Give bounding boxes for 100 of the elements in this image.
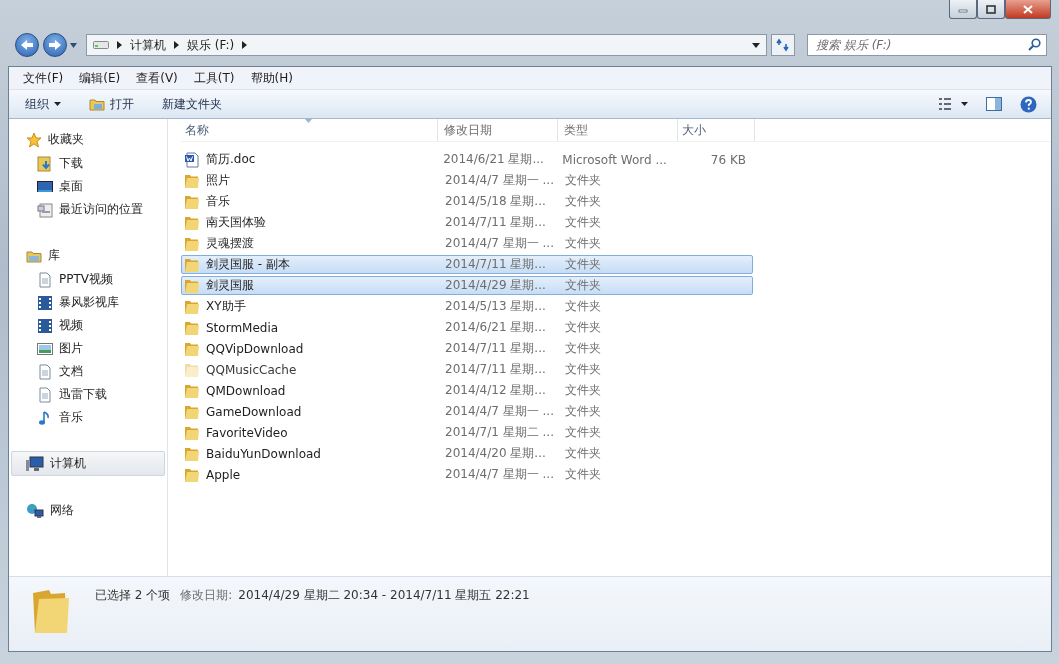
folder-icon — [89, 97, 105, 111]
date-cell-text: 2014/4/7 星期一 ... — [444, 466, 555, 483]
nav-item[interactable]: 音乐 — [11, 406, 167, 429]
chevron-icon[interactable] — [174, 41, 179, 49]
chevron-icon[interactable] — [242, 41, 248, 49]
network-icon — [26, 502, 44, 519]
file-row[interactable]: QQVipDownload 2014/7/11 星期... 文件夹 — [181, 339, 753, 358]
picture-library-icon — [37, 341, 53, 356]
nav-item[interactable]: 图片 — [11, 337, 167, 360]
column-header[interactable]: 类型 — [558, 119, 678, 141]
nav-item[interactable]: 收藏夹 — [11, 127, 165, 152]
desktop-icon — [37, 179, 53, 194]
file-row[interactable]: QMDownload 2014/4/12 星期... 文件夹 — [181, 381, 753, 400]
file-row[interactable]: 简历.doc 2014/6/21 星期... Microsoft Word ... 76 KB — [181, 150, 753, 169]
detail-label: 修改日期: — [180, 587, 233, 604]
file-row[interactable]: 照片 2014/4/7 星期一 ... 文件夹 — [181, 171, 753, 190]
search-field[interactable]: 搜索 娱乐 (F:) — [807, 34, 1047, 56]
help-icon — [1020, 95, 1037, 113]
forward-button[interactable] — [43, 33, 67, 57]
nav-item[interactable]: 桌面 — [11, 175, 167, 198]
size-cell-text: 76 KB — [709, 152, 747, 167]
type-cell-text: 文件夹 — [564, 382, 602, 399]
type-cell-text: 文件夹 — [564, 256, 602, 273]
file-name: 南天国体验 — [206, 214, 266, 231]
file-row[interactable]: 剑灵国服 - 副本 2014/7/11 星期... 文件夹 — [181, 255, 753, 274]
nav-item[interactable]: 下载 — [11, 152, 167, 175]
column-header[interactable]: 修改日期 — [438, 119, 558, 141]
column-header[interactable]: 大小 — [678, 119, 755, 141]
left-arrow-icon — [20, 39, 34, 51]
caret-icon — [961, 102, 968, 106]
file-name: StormMedia — [206, 320, 279, 335]
toolbar-button[interactable]: 组织 — [17, 92, 69, 116]
nav-item[interactable]: 文档 — [11, 360, 167, 383]
file-row[interactable]: XY助手 2014/5/13 星期... 文件夹 — [181, 297, 753, 316]
caret-icon — [54, 102, 61, 106]
caret-icon[interactable] — [752, 42, 760, 48]
file-row[interactable]: StormMedia 2014/6/21 星期... 文件夹 — [181, 318, 753, 337]
sort-arrow-icon — [305, 119, 312, 123]
date-cell-text: 2014/6/21 星期... — [442, 151, 545, 168]
file-row[interactable]: 剑灵国服 2014/4/29 星期... 文件夹 — [181, 276, 753, 295]
file-row[interactable]: QQMusicCache 2014/7/11 星期... 文件夹 — [181, 360, 753, 379]
nav-item[interactable]: 暴风影视库 — [11, 291, 167, 314]
right-arrow-icon — [48, 39, 62, 51]
type-cell-text: 文件夹 — [564, 424, 602, 441]
back-button[interactable] — [15, 33, 39, 57]
menu-item[interactable]: 工具(T) — [185, 69, 243, 87]
toolbar-button[interactable]: 新建文件夹 — [154, 92, 230, 116]
search-icon[interactable] — [1028, 38, 1041, 51]
chevron-icon[interactable] — [117, 41, 122, 49]
file-name: 照片 — [206, 172, 230, 189]
file-name: 灵魂摆渡 — [206, 235, 254, 252]
file-row[interactable]: FavoriteVideo 2014/7/1 星期二 ... 文件夹 — [181, 423, 753, 442]
type-cell-text: 文件夹 — [564, 361, 602, 378]
document-icon — [37, 271, 53, 288]
type-cell-text: 文件夹 — [564, 277, 602, 294]
maximize-button[interactable] — [977, 0, 1005, 19]
address-field[interactable]: 计算机 娱乐 (F:) — [86, 34, 767, 56]
file-row[interactable]: BaiduYunDownload 2014/4/20 星期... 文件夹 — [181, 444, 753, 463]
nav-item[interactable]: 网络 — [11, 498, 165, 523]
word-document-icon — [184, 151, 200, 168]
date-cell-text: 2014/4/7 星期一 ... — [444, 403, 555, 420]
document-icon — [37, 386, 53, 403]
menu-item[interactable]: 文件(F) — [15, 69, 72, 87]
nav-item[interactable]: 计算机 — [11, 451, 165, 476]
nav-item[interactable]: 库 — [11, 243, 165, 268]
type-cell-text: 文件夹 — [564, 466, 602, 483]
refresh-icon — [776, 38, 790, 52]
selection-summary: 已选择 2 个项 — [95, 587, 171, 604]
file-row[interactable]: GameDownload 2014/4/7 星期一 ... 文件夹 — [181, 402, 753, 421]
toolbar-button[interactable]: 打开 — [81, 92, 142, 116]
nav-item[interactable]: 迅雷下载 — [11, 383, 167, 406]
type-cell-text: 文件夹 — [564, 214, 602, 231]
date-cell-text: 2014/7/11 星期... — [444, 361, 547, 378]
nav-item[interactable]: 最近访问的位置 — [11, 198, 167, 221]
film-icon — [37, 317, 53, 334]
file-name: QMDownload — [206, 383, 286, 398]
type-cell-text: 文件夹 — [564, 445, 602, 462]
file-name: 简历.doc — [206, 151, 256, 168]
preview-pane-icon — [986, 97, 1002, 111]
nav-item[interactable]: PPTV视频 — [11, 268, 167, 291]
date-cell-text: 2014/4/12 星期... — [444, 382, 547, 399]
menu-item[interactable]: 查看(V) — [128, 69, 186, 87]
refresh-button[interactable] — [771, 34, 795, 56]
close-button[interactable] — [1005, 0, 1051, 19]
date-cell-text: 2014/5/13 星期... — [444, 298, 547, 315]
breadcrumb[interactable]: 娱乐 (F:) — [187, 36, 235, 54]
minimize-button[interactable] — [949, 0, 977, 19]
breadcrumb[interactable]: 计算机 — [130, 36, 166, 54]
file-row[interactable]: 灵魂摆渡 2014/4/7 星期一 ... 文件夹 — [181, 234, 753, 253]
nav-item[interactable]: 视频 — [11, 314, 167, 337]
menu-item[interactable]: 编辑(E) — [71, 69, 129, 87]
file-row[interactable]: Apple 2014/4/7 星期一 ... 文件夹 — [181, 465, 753, 484]
file-name: GameDownload — [206, 404, 302, 419]
file-name: BaiduYunDownload — [206, 446, 321, 461]
history-caret-icon[interactable] — [70, 42, 77, 48]
type-cell-text: 文件夹 — [564, 298, 602, 315]
menu-item[interactable]: 帮助(H) — [242, 69, 301, 87]
date-cell-text: 2014/4/20 星期... — [444, 445, 547, 462]
file-row[interactable]: 音乐 2014/5/18 星期... 文件夹 — [181, 192, 753, 211]
file-row[interactable]: 南天国体验 2014/7/11 星期... 文件夹 — [181, 213, 753, 232]
